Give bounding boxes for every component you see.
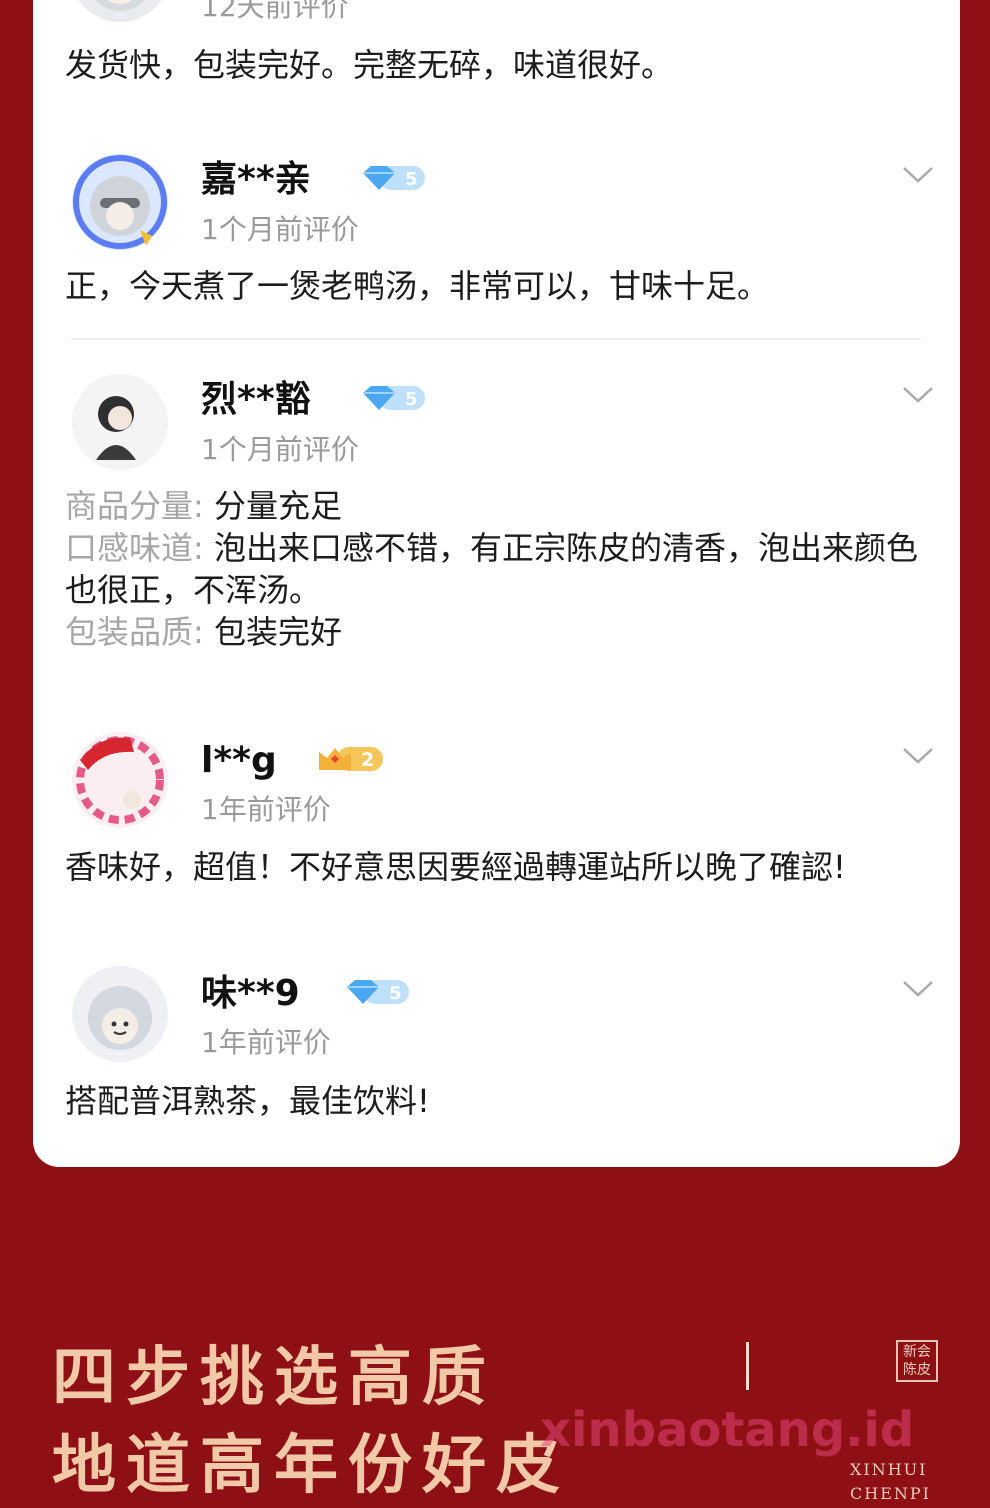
detail-label: 口感味道: [65, 529, 204, 567]
reviews-card: 12天前评价 发货快，包装完好。完整无碎，味道很好。 嘉**亲 5 1个月前评价 [33, 0, 960, 1167]
svg-text:5: 5 [405, 169, 418, 190]
svg-text:5: 5 [389, 983, 402, 1004]
review-time: 1年前评价 [201, 1026, 331, 1059]
review-text: 搭配普洱熟茶，最佳饮料! [65, 1082, 430, 1120]
watermark-text: xinbaotang.id [540, 1402, 915, 1458]
seal-char: 会 [917, 1344, 931, 1360]
footer-title-line2: 地道高年份好皮 [52, 1428, 570, 1503]
review-time: 12天前评价 [201, 0, 349, 23]
detail-row-quantity: 商品分量: 分量充足 [65, 485, 925, 527]
footer-title-line1: 四步挑选高质 [52, 1340, 496, 1415]
detail-row-packaging: 包装品质: 包装完好 [65, 611, 925, 653]
username: l**g [201, 740, 277, 781]
diamond-level-badge: 5 [345, 977, 409, 1007]
review-text: 香味好，超值！不好意思因要經過轉運站所以晚了確認! [65, 848, 846, 886]
chevron-down-icon[interactable] [901, 979, 935, 999]
review-time: 1个月前评价 [201, 433, 359, 466]
user-avatar [70, 964, 170, 1064]
review-details: 商品分量: 分量充足 口感味道: 泡出来口感不错，有正宗陈皮的清香，泡出来颜色也… [65, 485, 925, 653]
divider-line [746, 1342, 749, 1390]
detail-label: 包装品质: [65, 613, 204, 651]
review-text: 发货快，包装完好。完整无碎，味道很好。 [65, 46, 674, 84]
user-avatar [70, 0, 170, 22]
seal-char: 皮 [917, 1362, 931, 1378]
review-time: 1年前评价 [201, 793, 331, 826]
user-avatar [70, 730, 170, 830]
crown-level-badge: 2 [317, 744, 383, 774]
seal-char: 新 [903, 1344, 917, 1360]
username: 味**9 [201, 973, 300, 1014]
diamond-level-badge: 5 [361, 383, 425, 413]
svg-text:5: 5 [405, 389, 418, 410]
detail-value: 分量充足 [213, 487, 342, 525]
chevron-down-icon[interactable] [901, 385, 935, 405]
user-avatar [70, 152, 170, 252]
brand-seal-logo: 新 会 陈 皮 [896, 1340, 938, 1382]
brand-english-line1: XINHUI [850, 1460, 928, 1479]
diamond-level-badge: 5 [361, 163, 425, 193]
user-avatar [70, 372, 170, 472]
review-text: 正，今天煮了一煲老鸭汤，非常可以，甘味十足。 [65, 267, 770, 305]
detail-value: 包装完好 [213, 613, 342, 651]
brand-english-line2: CHENPI [850, 1484, 931, 1503]
chevron-down-icon[interactable] [901, 746, 935, 766]
chevron-down-icon[interactable] [901, 165, 935, 185]
username: 烈**豁 [201, 379, 311, 420]
detail-label: 商品分量: [65, 487, 204, 525]
username: 嘉**亲 [201, 159, 311, 200]
review-time: 1个月前评价 [201, 213, 359, 246]
detail-row-taste: 口感味道: 泡出来口感不错，有正宗陈皮的清香，泡出来颜色也很正，不浑汤。 [65, 527, 925, 611]
svg-text:2: 2 [361, 749, 374, 771]
seal-char: 陈 [903, 1362, 917, 1378]
review-divider [71, 338, 921, 340]
